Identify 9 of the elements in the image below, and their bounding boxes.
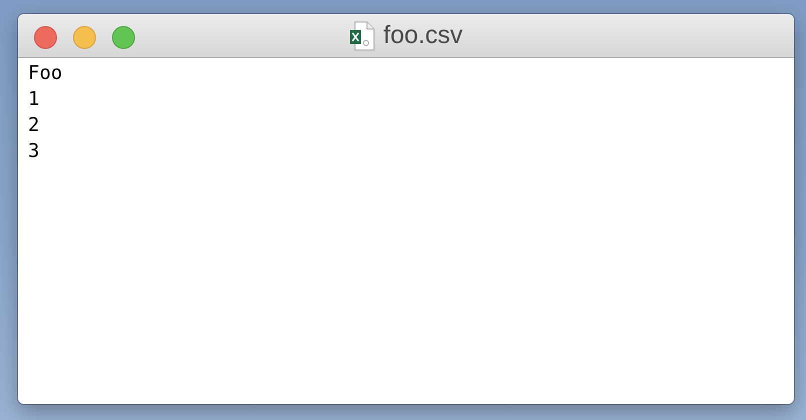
spreadsheet-file-icon (349, 20, 376, 50)
zoom-button[interactable] (112, 26, 135, 49)
close-button[interactable] (34, 26, 57, 49)
text-line: Foo (28, 61, 62, 86)
text-line: 2 (28, 113, 40, 138)
text-line: 1 (28, 87, 40, 112)
minimize-button[interactable] (73, 26, 96, 49)
window-title: foo.csv (383, 21, 463, 50)
text-line: 3 (28, 139, 40, 164)
